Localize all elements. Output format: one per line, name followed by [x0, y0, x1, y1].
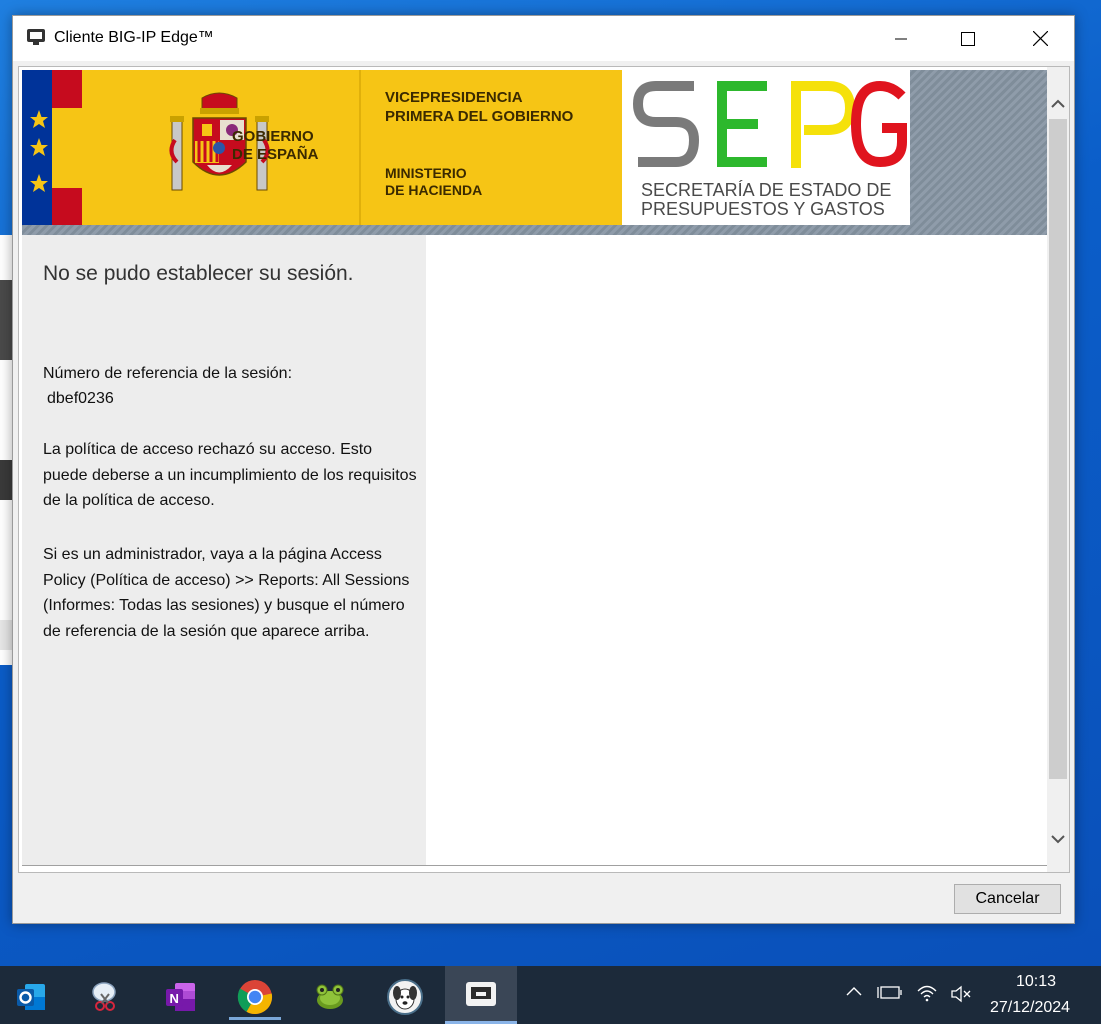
taskbar-onenote[interactable]: N: [151, 974, 209, 1020]
minimize-icon: [894, 38, 907, 39]
session-ref-label: Número de referencia de la sesión:: [43, 365, 293, 382]
taskbar: N 10:13 27/12/2024: [0, 966, 1101, 1024]
web-content-frame: GOBIERNO DE ESPAÑA VICEPRESIDENCIA PRIME…: [18, 66, 1070, 873]
window-title: Cliente BIG-IP Edge™: [54, 29, 214, 46]
policy-denied-text: La política de acceso rechazó su acceso.…: [43, 441, 417, 509]
wifi-icon[interactable]: [916, 983, 938, 1003]
volume-muted-icon[interactable]: [950, 985, 974, 1003]
admin-instructions-text: Si es un administrador, vaya a la página…: [43, 546, 410, 640]
chevron-down-icon: [1051, 834, 1065, 843]
clock-time[interactable]: 10:13: [1016, 973, 1056, 991]
sepg-subtitle: SECRETARÍA DE ESTADO DE PRESUPUESTOS Y G…: [641, 180, 892, 219]
maximize-icon: [960, 31, 975, 46]
dog-app-icon: [387, 979, 423, 1015]
maximize-button[interactable]: [945, 16, 990, 61]
network-icon[interactable]: [877, 984, 903, 1002]
taskbar-chrome[interactable]: [226, 974, 284, 1020]
ministerio-text: MINISTERIO DE HACIENDA: [385, 165, 483, 198]
snipping-tool-icon: [92, 982, 116, 1011]
gobierno-yellow-panel: GOBIERNO DE ESPAÑA VICEPRESIDENCIA PRIME…: [82, 70, 622, 225]
title-bar[interactable]: Cliente BIG-IP Edge™: [13, 16, 1074, 61]
taskbar-outlook[interactable]: [2, 974, 60, 1020]
big-ip-app-icon: [27, 29, 45, 45]
chevron-up-icon[interactable]: [845, 984, 863, 998]
vicepresidencia-text: VICEPRESIDENCIA PRIMERA DEL GOBIERNO: [385, 89, 574, 125]
taskbar-dog-app[interactable]: [376, 974, 434, 1020]
government-banner: GOBIERNO DE ESPAÑA VICEPRESIDENCIA PRIME…: [22, 70, 1047, 235]
close-icon: [1033, 31, 1048, 46]
blank-content-area: [426, 235, 1047, 865]
scroll-down-button[interactable]: [1047, 825, 1069, 853]
taskbar-big-ip-edge[interactable]: [445, 966, 517, 1024]
svg-text:N: N: [170, 991, 179, 1006]
chevron-up-icon: [1051, 99, 1065, 108]
big-ip-edge-window: Cliente BIG-IP Edge™ GOBIERNO DE ESPAÑA …: [12, 15, 1075, 924]
close-button[interactable]: [1018, 16, 1063, 61]
outlook-icon: [17, 984, 45, 1010]
banner-divider: [359, 70, 361, 225]
sepg-logo: SECRETARÍA DE ESTADO DE PRESUPUESTOS Y G…: [622, 70, 910, 225]
running-indicator: [229, 1017, 281, 1020]
taskbar-snipping-tool[interactable]: [76, 974, 134, 1020]
clock-date[interactable]: 27/12/2024: [990, 999, 1070, 1017]
onenote-icon: N: [166, 983, 195, 1011]
message-panel: No se pudo establecer su sesión. Número …: [22, 235, 426, 865]
scroll-up-button[interactable]: [1047, 89, 1069, 117]
minimize-button[interactable]: [878, 16, 923, 61]
eu-spain-flag-strip: [22, 70, 82, 225]
chrome-icon: [237, 980, 273, 1015]
content-divider: [22, 865, 1047, 866]
vertical-scrollbar[interactable]: [1047, 67, 1069, 872]
scrollbar-thumb[interactable]: [1049, 119, 1067, 779]
taskbar-turtle-app[interactable]: [301, 974, 359, 1020]
big-ip-edge-icon: [466, 982, 496, 1006]
cancel-button[interactable]: Cancelar: [954, 884, 1061, 914]
sepg-logo-letters: [632, 80, 907, 168]
error-title: No se pudo establecer su sesión.: [43, 262, 354, 285]
gobierno-espana-text: GOBIERNO DE ESPAÑA: [232, 128, 319, 163]
session-ref-number: dbef0236: [47, 390, 114, 407]
turtle-app-icon: [316, 984, 344, 1009]
